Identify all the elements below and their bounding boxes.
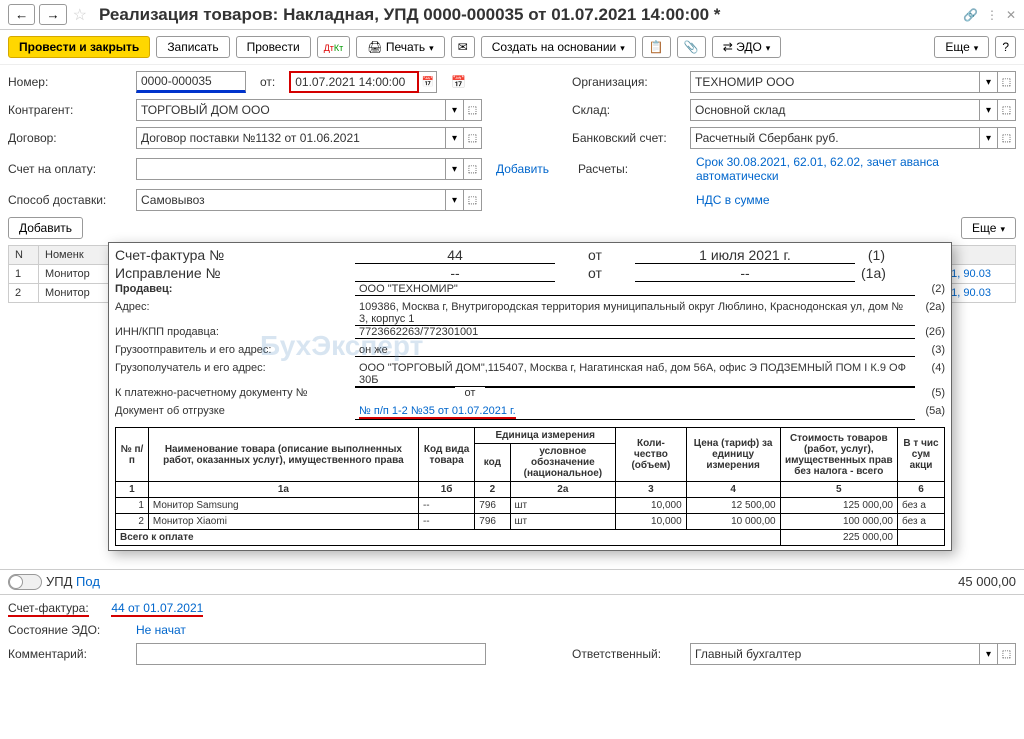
attach-button[interactable]: 📎 — [677, 36, 706, 58]
delivery-label: Способ доставки: — [8, 193, 128, 207]
invoice-items-table: № п/п Наименование товара (описание выпо… — [115, 427, 945, 546]
sf-label: Счет-фактура: — [8, 601, 89, 617]
add-row-button[interactable]: Добавить — [8, 217, 83, 239]
shipper-value: он же — [355, 344, 915, 357]
consignee-label: Грузополучатель и его адрес: — [115, 362, 355, 374]
org-field[interactable]: ТЕХНОМИР ООО — [690, 71, 980, 93]
sf-num: 44 — [355, 247, 555, 264]
warehouse-field[interactable]: Основной склад — [690, 99, 980, 121]
warehouse-dropdown[interactable]: ▾ — [980, 99, 998, 121]
calc-label: Расчеты: — [578, 162, 688, 176]
number-label: Номер: — [8, 75, 128, 89]
contract-label: Договор: — [8, 131, 128, 145]
resp-label: Ответственный: — [572, 647, 682, 661]
col-n: N — [9, 246, 39, 265]
reg-button[interactable]: 📋 — [642, 36, 671, 58]
contract-open[interactable]: ⬚ — [464, 127, 482, 149]
delivery-dropdown[interactable]: ▾ — [446, 189, 464, 211]
invoice-item-row: 1Монитор Samsung--796шт10,00012 500,0012… — [116, 498, 945, 514]
invoice-open[interactable]: ⬚ — [464, 158, 482, 180]
contract-dropdown[interactable]: ▾ — [446, 127, 464, 149]
counterparty-label: Контрагент: — [8, 103, 128, 117]
counterparty-dropdown[interactable]: ▾ — [446, 99, 464, 121]
calendar-icon[interactable]: 📅 — [419, 71, 437, 93]
from-label: от: — [260, 75, 275, 89]
post-button[interactable]: Провести — [236, 36, 311, 58]
vat-link[interactable]: НДС в сумме — [696, 193, 1016, 207]
invoice-field[interactable] — [136, 158, 446, 180]
invoice-label: Счет на оплату: — [8, 162, 128, 176]
payment-label: К платежно-расчетному документу № — [115, 387, 355, 399]
dtkt-button[interactable]: ДтКт — [317, 36, 351, 58]
resp-field[interactable]: Главный бухгалтер — [690, 643, 980, 665]
star-icon[interactable]: ☆ — [73, 5, 87, 25]
org-dropdown[interactable]: ▾ — [980, 71, 998, 93]
menu-icon[interactable]: ⋮ — [986, 8, 998, 22]
invoice-preview-popup: Счет-фактура № 44 от 1 июля 2021 г. (1) … — [108, 242, 952, 551]
consignee-value: ООО "ТОРГОВЫЙ ДОМ",115407, Москва г, Наг… — [355, 362, 915, 387]
link-icon[interactable]: 🔗 — [963, 8, 978, 22]
print-button[interactable]: 🖨 Печать▾ — [356, 36, 444, 58]
counterparty-field[interactable]: ТОРГОВЫЙ ДОМ ООО — [136, 99, 446, 121]
mail-button[interactable]: ✉ — [451, 36, 475, 58]
addr-label: Адрес: — [115, 301, 355, 313]
table-more-button[interactable]: Еще▾ — [961, 217, 1016, 239]
shipper-label: Грузоотправитель и его адрес: — [115, 344, 355, 356]
invoice-dropdown[interactable]: ▾ — [446, 158, 464, 180]
more-button[interactable]: Еще▾ — [934, 36, 989, 58]
comment-field[interactable] — [136, 643, 486, 665]
shipdoc-link[interactable]: № п/п 1-2 №35 от 01.07.2021 г. — [359, 405, 516, 419]
back-button[interactable]: ← — [8, 4, 35, 25]
number-field[interactable]: 0000-000035 — [136, 71, 246, 93]
sf-link[interactable]: 44 от 01.07.2021 — [111, 601, 203, 617]
calendar2-icon[interactable]: 📅 — [451, 75, 466, 89]
org-label: Организация: — [572, 75, 682, 89]
delivery-open[interactable]: ⬚ — [464, 189, 482, 211]
sf-date: 1 июля 2021 г. — [635, 247, 855, 264]
edo-button[interactable]: ⇄ ЭДО▾ — [712, 36, 782, 58]
invoice-item-row: 2Монитор Xiaomi--796шт10,00010 000,00100… — [116, 514, 945, 530]
corr-label: Исправление № — [115, 265, 355, 281]
bank-label: Банковский счет: — [572, 131, 682, 145]
seller-value: ООО "ТЕХНОМИР" — [355, 283, 915, 296]
close-icon[interactable]: ✕ — [1006, 8, 1016, 22]
comment-label: Комментарий: — [8, 647, 128, 661]
delivery-field[interactable]: Самовывоз — [136, 189, 446, 211]
counterparty-open[interactable]: ⬚ — [464, 99, 482, 121]
upd-toggle[interactable] — [8, 574, 42, 590]
forward-button[interactable]: → — [39, 4, 66, 25]
add-link[interactable]: Добавить — [496, 162, 549, 176]
total-value: 45 000,00 — [958, 574, 1016, 590]
addr-value: 109386, Москва г, Внутригородская террит… — [355, 301, 915, 326]
resp-open[interactable]: ⬚ — [998, 643, 1016, 665]
shipdoc-label: Документ об отгрузке — [115, 405, 355, 417]
page-title: Реализация товаров: Накладная, УПД 0000-… — [99, 5, 963, 25]
bank-dropdown[interactable]: ▾ — [980, 127, 998, 149]
date-field[interactable]: 01.07.2021 14:00:00 — [289, 71, 419, 93]
inn-value: 7723662263/772301001 — [355, 326, 915, 339]
help-button[interactable]: ? — [995, 36, 1016, 58]
edo-state-link[interactable]: Не начат — [136, 623, 186, 637]
bank-field[interactable]: Расчетный Сбербанк руб. — [690, 127, 980, 149]
calc-link[interactable]: Срок 30.08.2021, 62.01, 62.02, зачет ава… — [696, 155, 1016, 183]
bank-open[interactable]: ⬚ — [998, 127, 1016, 149]
upd-link[interactable]: Под — [76, 574, 100, 590]
post-close-button[interactable]: Провести и закрыть — [8, 36, 150, 58]
seller-label: Продавец: — [115, 283, 355, 295]
write-button[interactable]: Записать — [156, 36, 229, 58]
create-based-button[interactable]: Создать на основании▾ — [481, 36, 636, 58]
warehouse-label: Склад: — [572, 103, 682, 117]
org-open[interactable]: ⬚ — [998, 71, 1016, 93]
warehouse-open[interactable]: ⬚ — [998, 99, 1016, 121]
inn-label: ИНН/КПП продавца: — [115, 326, 355, 338]
sf-num-label: Счет-фактура № — [115, 247, 355, 263]
edo-state-label: Состояние ЭДО: — [8, 623, 128, 637]
upd-label: УПД — [46, 574, 72, 590]
contract-field[interactable]: Договор поставки №1132 от 01.06.2021 — [136, 127, 446, 149]
resp-dropdown[interactable]: ▾ — [980, 643, 998, 665]
